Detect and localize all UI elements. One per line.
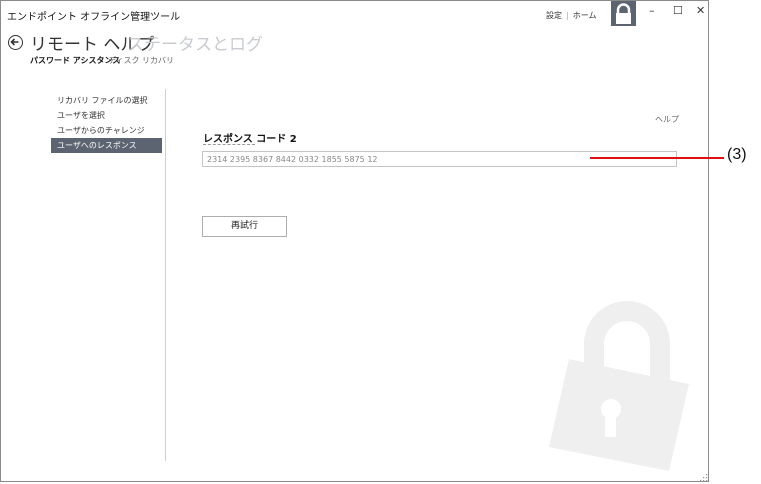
label-underline [203,144,255,145]
app-title: エンドポイント オフライン管理ツール [7,12,181,23]
tab-disk-recovery[interactable]: ディスク リカバリ [108,55,174,66]
back-button[interactable] [8,35,23,50]
retry-button[interactable]: 再試行 [202,216,287,237]
nav-separator: | [566,11,569,20]
maximize-button[interactable]: ☐ [673,4,683,17]
help-link[interactable]: ヘルプ [655,114,679,125]
response-code-label: レスポンス コード 2 [203,134,297,145]
step-select-user[interactable]: ユーザを選択 [51,108,162,123]
callout-label: (3) [727,146,747,163]
callout-line [590,157,724,159]
home-link[interactable]: ホーム [573,11,597,20]
app-window: エンドポイント オフライン管理ツール 設定 | ホーム – ☐ ✕ リモート ヘルプ… [0,0,709,482]
response-code-field[interactable]: 2314 2395 8367 8442 0332 1855 5875 12 [202,151,677,167]
lock-tile[interactable] [611,1,636,26]
lock-watermark-icon [549,301,689,471]
step-response-to-user[interactable]: ユーザへのレスポンス [51,138,162,153]
top-nav: 設定 | ホーム [546,10,596,21]
step-challenge-from-user[interactable]: ユーザからのチャレンジ [51,123,162,138]
header-title-status-logs[interactable]: ステータスとログ [127,30,263,55]
step-select-recovery-file[interactable]: リカバリ ファイルの選択 [51,93,162,108]
vertical-divider [165,89,166,461]
close-button[interactable]: ✕ [696,4,705,17]
tab-password-assistance[interactable]: パスワード アシスタンス [30,55,120,66]
minimize-button[interactable]: – [649,4,655,17]
back-arrow-icon [10,38,19,46]
lock-icon [616,3,631,24]
step-list: リカバリ ファイルの選択 ユーザを選択 ユーザからのチャレンジ ユーザへのレスポ… [51,93,162,153]
resize-grip-icon[interactable] [699,473,708,482]
settings-link[interactable]: 設定 [546,11,562,20]
